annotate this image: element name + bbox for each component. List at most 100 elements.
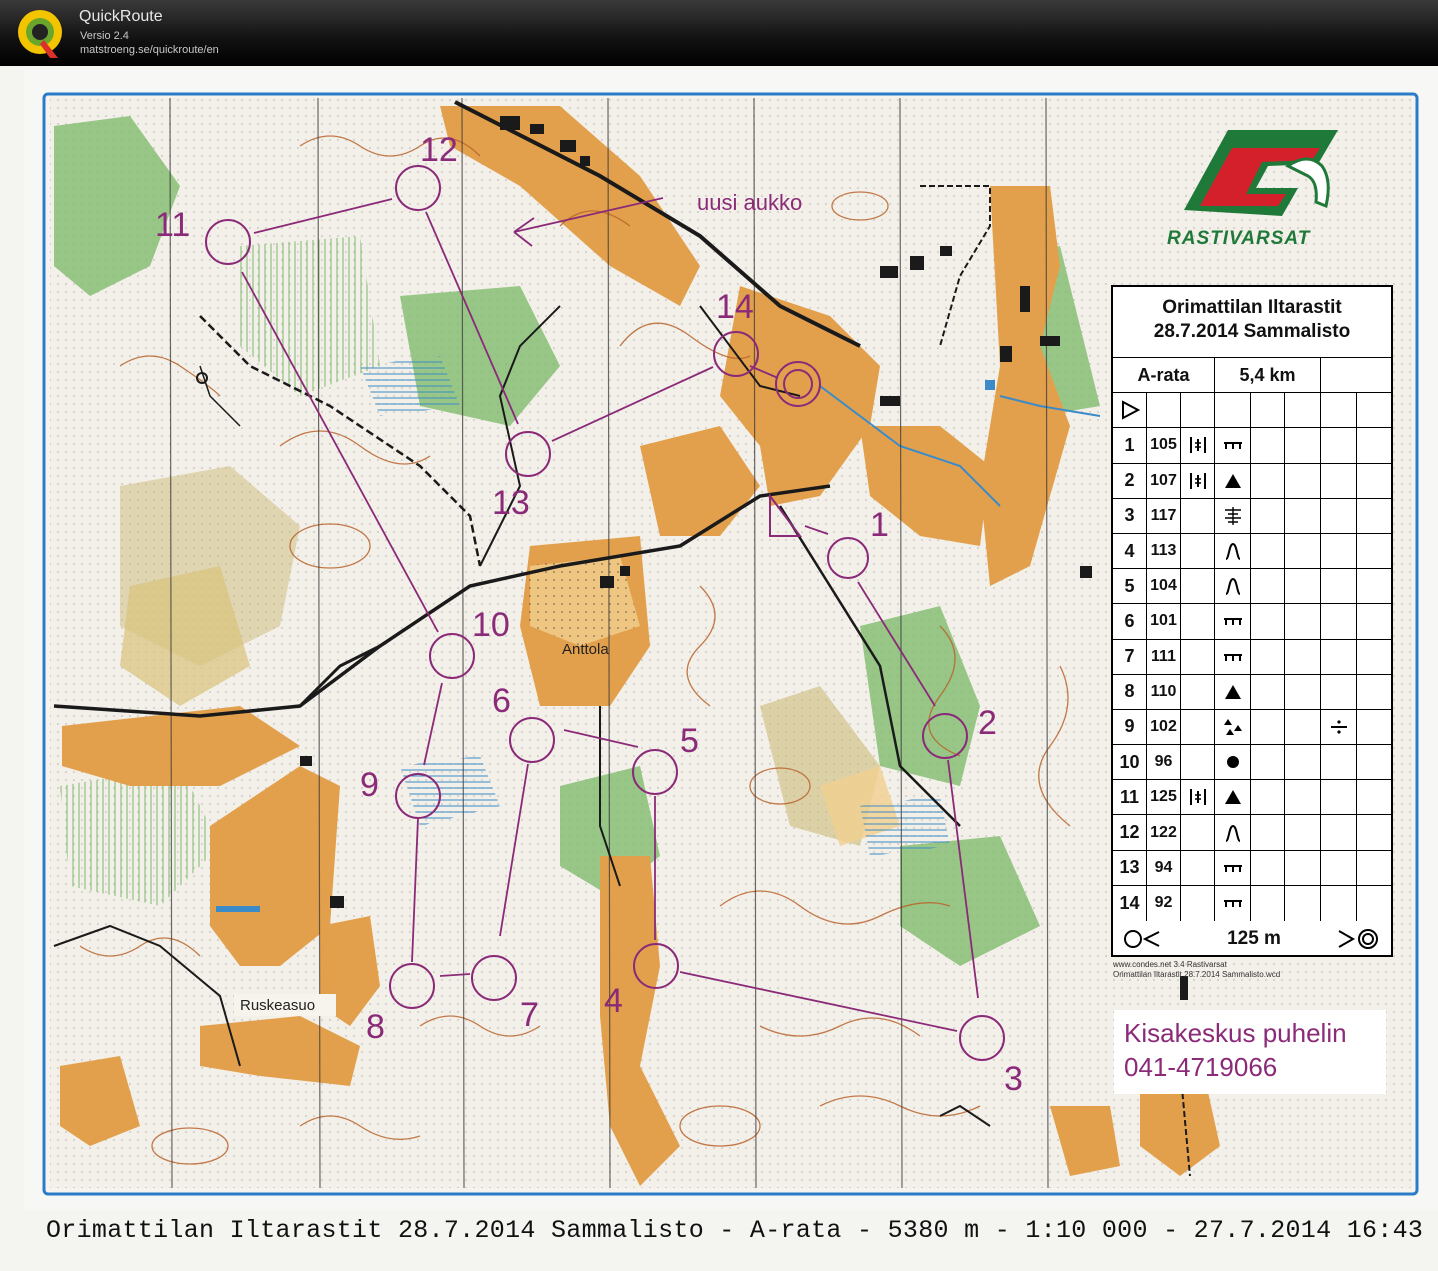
control-code: 104: [1147, 569, 1181, 604]
control-label-11: 11: [155, 206, 190, 244]
control-row-12: 12 122: [1113, 815, 1391, 851]
control-number: 6: [1113, 604, 1147, 639]
finish-start-icon: [1113, 921, 1173, 956]
empty-cell: [1321, 815, 1357, 850]
empty-cell: [1181, 674, 1215, 709]
map-footer-caption: Orimattilan Iltarastit 28.7.2014 Sammali…: [46, 1216, 1424, 1245]
description-header: Orimattilan Iltarastit 28.7.2014 Sammali…: [1113, 287, 1391, 358]
control-number: 9: [1113, 709, 1147, 745]
control-row-13: 13 94: [1113, 850, 1391, 886]
control-label-4: 4: [604, 982, 623, 1020]
empty-cell: [1321, 569, 1357, 604]
control-row-4: 4 113: [1113, 533, 1391, 570]
app-version: Versio 2.4: [80, 30, 129, 42]
control-code: 102: [1147, 709, 1181, 745]
app-url[interactable]: matstroeng.se/quickroute/en: [80, 44, 219, 56]
place-ruskeasuo: Ruskeasuo: [240, 997, 315, 1014]
course-length: 5,4 km: [1215, 358, 1321, 393]
empty-cell: [1181, 639, 1215, 674]
course-row: A-rata 5,4 km: [1113, 358, 1391, 394]
control-row-6: 6 101: [1113, 604, 1391, 640]
phone-number: 041-4719066: [1124, 1052, 1278, 1082]
control-code: 111: [1147, 639, 1181, 674]
control-number: 5: [1113, 569, 1147, 604]
empty-cell: [1181, 533, 1215, 569]
knoll-icon: [1215, 815, 1251, 850]
control-label-8: 8: [366, 1008, 385, 1046]
control-code: 96: [1147, 745, 1181, 780]
control-label-5: 5: [680, 722, 699, 760]
thicket-icon: [1181, 780, 1215, 815]
boulders-icon: [1215, 709, 1251, 745]
control-number: 13: [1113, 850, 1147, 885]
control-code: 101: [1147, 604, 1181, 639]
map-sheet: 1 2 3 4 5 6 7 8 9 10 11 12 13 14 uusi au…: [0, 66, 1438, 1271]
control-row-2: 2 107: [1113, 463, 1391, 499]
marsh-icon: [1215, 498, 1251, 533]
fence-icon: [1215, 850, 1251, 885]
control-number: 8: [1113, 674, 1147, 709]
control-number: 2: [1113, 463, 1147, 498]
empty-cell: [1321, 745, 1357, 780]
control-code: 94: [1147, 850, 1181, 885]
control-row-9: 9 102: [1113, 709, 1391, 746]
control-code: 122: [1147, 815, 1181, 850]
dot-icon: [1215, 745, 1251, 780]
empty-cell: [1181, 745, 1215, 780]
control-row-1: 1 105: [1113, 428, 1391, 464]
control-row-14: 14 92: [1113, 885, 1391, 921]
quickroute-logo-icon: [18, 10, 62, 58]
empty-cell: [1181, 885, 1215, 921]
empty-cell: [1321, 850, 1357, 885]
empty-cell: [1181, 709, 1215, 745]
empty-cell: [1181, 604, 1215, 639]
control-row-7: 7 111: [1113, 639, 1391, 675]
empty-cell: [1321, 885, 1357, 921]
control-number: 10: [1113, 745, 1147, 780]
empty-cell: [1321, 498, 1357, 533]
control-code: 110: [1147, 674, 1181, 709]
empty-cell: [1321, 463, 1357, 498]
phone-label: Kisakeskus puhelin: [1124, 1018, 1347, 1048]
course-climb: [1321, 358, 1391, 392]
control-row-8: 8 110: [1113, 674, 1391, 710]
control-label-14: 14: [716, 288, 754, 326]
start-triangle-icon: [1113, 393, 1147, 428]
thicket-icon: [1181, 428, 1215, 463]
knoll-icon: [1215, 533, 1251, 569]
control-row-5: 5 104: [1113, 569, 1391, 605]
fence-icon: [1215, 885, 1251, 921]
empty-cell: [1321, 533, 1357, 569]
control-code: 107: [1147, 463, 1181, 498]
control-number: 7: [1113, 639, 1147, 674]
fence-icon: [1215, 428, 1251, 463]
control-label-13: 13: [492, 484, 530, 522]
boulder-icon: [1215, 780, 1251, 815]
control-description-sheet: Orimattilan Iltarastit 28.7.2014 Sammali…: [1111, 285, 1393, 957]
course-name: A-rata: [1113, 358, 1215, 393]
empty-cell: [1321, 604, 1357, 639]
finish-row: 125 m: [1113, 921, 1391, 956]
thicket-icon: [1181, 463, 1215, 498]
event-date-place: 28.7.2014 Sammalisto: [1153, 321, 1351, 342]
software-credit: www.condes.net 3.4 Rastivarsat Orimattil…: [1113, 960, 1281, 979]
event-name: Orimattilan Iltarastit: [1162, 297, 1342, 318]
event-center-phone: Kisakeskus puhelin 041-4719066: [1114, 1010, 1386, 1094]
control-label-2: 2: [978, 704, 997, 742]
empty-cell: [1181, 498, 1215, 533]
between-icon: [1321, 709, 1357, 745]
finish-end-icon: [1327, 921, 1391, 956]
start-row: [1113, 393, 1391, 429]
control-number: 11: [1113, 780, 1147, 815]
control-label-1: 1: [870, 506, 889, 544]
control-code: 113: [1147, 533, 1181, 569]
control-label-6: 6: [492, 682, 511, 720]
boulder-icon: [1215, 463, 1251, 498]
map-annotation: uusi aukko: [697, 190, 802, 215]
control-row-11: 11 125: [1113, 780, 1391, 816]
control-number: 3: [1113, 498, 1147, 533]
fence-icon: [1215, 604, 1251, 639]
knoll-icon: [1215, 569, 1251, 604]
control-row-10: 10 96: [1113, 745, 1391, 781]
control-label-7: 7: [520, 996, 539, 1034]
